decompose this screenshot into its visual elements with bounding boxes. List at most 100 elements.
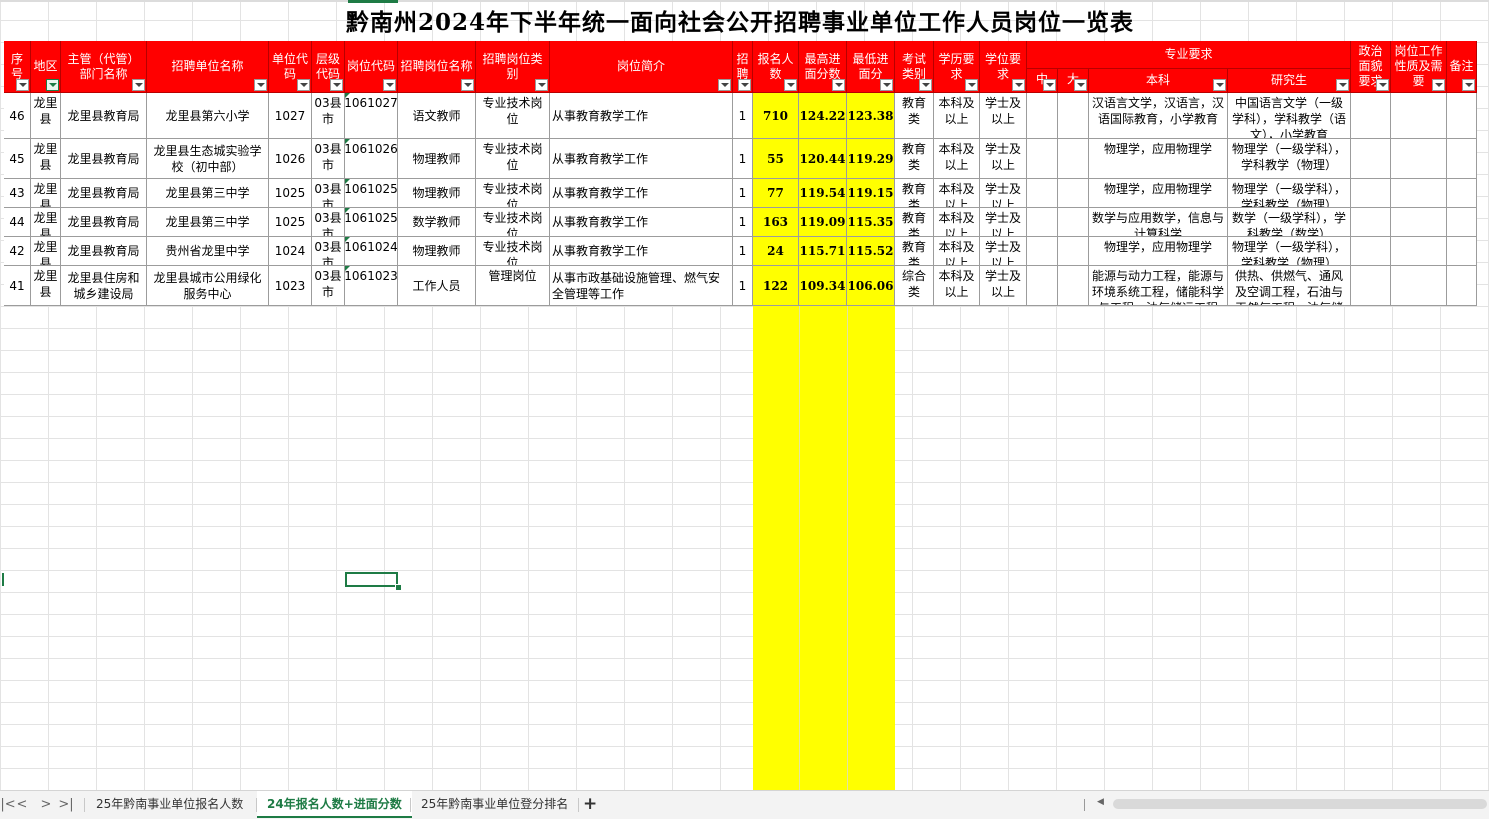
table-cell-yan[interactable]: 物理学（一级学科），学科教学（物理）	[1228, 139, 1351, 179]
table-cell-da[interactable]	[1058, 139, 1089, 179]
filter-dropdown-icon[interactable]	[254, 79, 267, 91]
filter-dropdown-icon[interactable]	[297, 79, 310, 91]
table-cell-edu[interactable]: 本科及以上	[934, 93, 980, 139]
table-cell-ben[interactable]: 汉语言文学，汉语言，汉语国际教育，小学教育	[1089, 93, 1228, 139]
table-cell-political[interactable]	[1351, 93, 1391, 139]
table-cell-min[interactable]: 106.06	[847, 266, 895, 306]
table-cell-yan[interactable]: 供热、供燃气、通风及空调工程，石油与天然气工程，油气储运工程	[1228, 266, 1351, 306]
table-cell-intro[interactable]: 从事教育教学工作	[550, 93, 733, 139]
table-cell-applicants[interactable]: 77	[753, 179, 799, 208]
filter-dropdown-icon[interactable]	[1213, 79, 1226, 91]
table-cell-degree[interactable]: 学士及以上	[980, 93, 1027, 139]
table-cell-post-code[interactable]: 27106102701	[345, 93, 398, 139]
selected-cell[interactable]	[345, 572, 398, 587]
table-cell-zhong[interactable]	[1027, 93, 1058, 139]
last-sheet-button[interactable]: >|	[58, 796, 74, 814]
table-cell-max[interactable]: 124.22	[799, 93, 847, 139]
table-cell-nature[interactable]	[1391, 208, 1447, 237]
table-cell-exam[interactable]: 教育类	[895, 179, 934, 208]
table-cell-applicants[interactable]: 163	[753, 208, 799, 237]
filter-dropdown-icon[interactable]	[965, 79, 978, 91]
table-cell-political[interactable]	[1351, 179, 1391, 208]
table-cell-intro[interactable]: 从事教育教学工作	[550, 139, 733, 179]
table-cell-da[interactable]	[1058, 266, 1089, 306]
table-cell-nature[interactable]	[1391, 93, 1447, 139]
fill-handle[interactable]	[395, 584, 402, 591]
table-cell-da[interactable]	[1058, 237, 1089, 266]
table-cell-hire[interactable]: 1	[733, 266, 753, 306]
table-cell-post-name[interactable]: 物理教师	[398, 237, 476, 266]
table-cell-da[interactable]	[1058, 93, 1089, 139]
table-cell-unit[interactable]: 贵州省龙里中学	[147, 237, 269, 266]
table-cell-post-type[interactable]: 专业技术岗位	[476, 237, 550, 266]
table-cell-unit[interactable]: 龙里县第三中学	[147, 208, 269, 237]
table-cell-post-type[interactable]: 专业技术岗位	[476, 179, 550, 208]
table-cell-dept[interactable]: 龙里县住房和城乡建设局	[61, 266, 147, 306]
table-cell-da[interactable]	[1058, 208, 1089, 237]
sheet-tab-active[interactable]: 24年报名人数+进面分数	[257, 791, 412, 818]
sheet-tab[interactable]: 25年黔南事业单位报名人数	[86, 791, 253, 818]
filter-dropdown-icon[interactable]	[1376, 79, 1389, 91]
table-cell-remark[interactable]	[1447, 237, 1477, 266]
filter-dropdown-icon[interactable]	[461, 79, 474, 91]
next-sheet-button[interactable]: >	[38, 796, 54, 814]
table-cell-zhong[interactable]	[1027, 208, 1058, 237]
table-cell-yan[interactable]: 数学（一级学科），学科教学（数学）	[1228, 208, 1351, 237]
table-cell-min[interactable]: 123.38	[847, 93, 895, 139]
table-cell-post-type[interactable]: 管理岗位	[476, 266, 550, 306]
table-cell-zhong[interactable]	[1027, 266, 1058, 306]
table-cell-hire[interactable]: 1	[733, 237, 753, 266]
table-cell-post-code[interactable]: 27106102301	[345, 266, 398, 306]
table-cell-post-type[interactable]: 专业技术岗位	[476, 139, 550, 179]
table-cell-dept[interactable]: 龙里县教育局	[61, 237, 147, 266]
table-cell-seq[interactable]: 44	[4, 208, 31, 237]
table-cell-hire[interactable]: 1	[733, 139, 753, 179]
table-cell-post-type[interactable]: 专业技术岗位	[476, 208, 550, 237]
filter-dropdown-icon[interactable]	[919, 79, 932, 91]
table-cell-seq[interactable]: 42	[4, 237, 31, 266]
table-cell-intro[interactable]: 从事教育教学工作	[550, 208, 733, 237]
table-cell-intro[interactable]: 从事教育教学工作	[550, 179, 733, 208]
filter-dropdown-icon[interactable]	[1462, 79, 1475, 91]
add-sheet-button[interactable]: +	[583, 794, 597, 814]
table-cell-unit[interactable]: 龙里县城市公用绿化服务中心	[147, 266, 269, 306]
table-cell-unit-code[interactable]: 1024	[269, 237, 312, 266]
table-cell-post-code[interactable]: 27106102501	[345, 179, 398, 208]
table-cell-region[interactable]: 龙里县	[31, 93, 61, 139]
table-cell-unit-code[interactable]: 1027	[269, 93, 312, 139]
table-cell-unit[interactable]: 龙里县第三中学	[147, 179, 269, 208]
table-cell-edu[interactable]: 本科及以上	[934, 237, 980, 266]
table-cell-ben[interactable]: 数学与应用数学，信息与计算科学	[1089, 208, 1228, 237]
table-cell-region[interactable]: 龙里县	[31, 237, 61, 266]
table-cell-applicants[interactable]: 710	[753, 93, 799, 139]
table-cell-exam[interactable]: 综合类	[895, 266, 934, 306]
table-cell-seq[interactable]: 46	[4, 93, 31, 139]
filter-dropdown-icon[interactable]	[383, 79, 396, 91]
filter-dropdown-icon[interactable]	[132, 79, 145, 91]
filter-dropdown-icon[interactable]	[738, 79, 751, 91]
table-cell-unit-code[interactable]: 1023	[269, 266, 312, 306]
table-cell-edu[interactable]: 本科及以上	[934, 266, 980, 306]
filter-dropdown-icon[interactable]	[784, 79, 797, 91]
table-cell-exam[interactable]: 教育类	[895, 139, 934, 179]
table-cell-political[interactable]	[1351, 139, 1391, 179]
table-cell-dept[interactable]: 龙里县教育局	[61, 208, 147, 237]
table-cell-level[interactable]: 03县市	[312, 93, 345, 139]
table-cell-level[interactable]: 03县市	[312, 139, 345, 179]
table-cell-political[interactable]	[1351, 208, 1391, 237]
table-cell-ben[interactable]: 物理学，应用物理学	[1089, 179, 1228, 208]
filter-dropdown-icon[interactable]	[1043, 79, 1056, 91]
table-cell-dept[interactable]: 龙里县教育局	[61, 179, 147, 208]
table-cell-remark[interactable]	[1447, 266, 1477, 306]
filter-dropdown-icon[interactable]	[1074, 79, 1087, 91]
table-cell-hire[interactable]: 1	[733, 208, 753, 237]
table-cell-max[interactable]: 120.44	[799, 139, 847, 179]
spreadsheet-grid[interactable]: 黔南州2024年下半年统一面向社会公开招聘事业单位工作人员岗位一览表 序号 地区主…	[0, 0, 1489, 790]
filter-dropdown-icon[interactable]	[1336, 79, 1349, 91]
table-cell-degree[interactable]: 学士及以上	[980, 266, 1027, 306]
table-cell-post-name[interactable]: 物理教师	[398, 179, 476, 208]
scroll-left-icon[interactable]: ◀	[1097, 797, 1104, 807]
table-cell-post-code[interactable]: 27106102502	[345, 208, 398, 237]
table-cell-nature[interactable]	[1391, 139, 1447, 179]
table-cell-dept[interactable]: 龙里县教育局	[61, 139, 147, 179]
